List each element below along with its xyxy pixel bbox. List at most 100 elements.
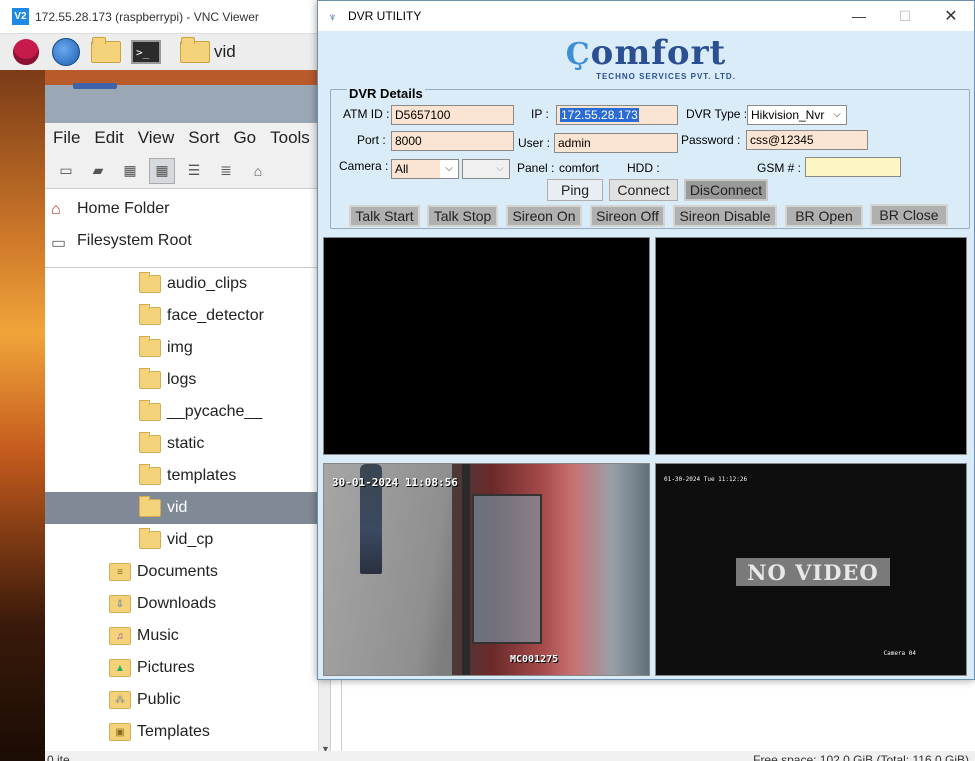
tree-item-documents[interactable]: ≡ Documents — [45, 556, 330, 588]
user-field[interactable]: admin — [554, 133, 678, 153]
tree-item-downloads[interactable]: ⇩ Downloads — [45, 588, 330, 620]
port-label: Port : — [357, 133, 386, 147]
drive-icon: ▭ — [51, 235, 67, 252]
camera-timestamp: 01-30-2024 Tue 11:12:26 — [664, 476, 748, 483]
gsm-field[interactable] — [805, 157, 901, 177]
folder-icon — [139, 528, 161, 549]
new-folder-icon[interactable]: ▰ — [85, 158, 111, 184]
close-button[interactable]: ✕ — [928, 1, 974, 31]
channel-select[interactable]: ⌵ — [462, 159, 510, 179]
br-close-button[interactable]: BR Close — [870, 204, 948, 226]
minimize-button[interactable]: — — [836, 1, 882, 31]
folder-icon — [139, 496, 161, 517]
home-icon[interactable]: ⌂ — [245, 158, 271, 184]
raspberry-icon[interactable] — [10, 37, 42, 67]
port-field[interactable]: 8000 — [391, 131, 514, 151]
dvr-type-select[interactable]: Hikvision_Nvr ⌵ — [747, 105, 847, 125]
menu-sort[interactable]: Sort — [188, 128, 219, 148]
places-pane: ⌂ Home Folder ▭ Filesystem Root — [45, 189, 330, 268]
new-window-icon[interactable]: ▭ — [53, 158, 79, 184]
tree-item-music[interactable]: ♫ Music — [45, 620, 330, 652]
view-thumbnails-icon[interactable]: ▦ — [149, 157, 175, 184]
talk-stop-button[interactable]: Talk Stop — [427, 205, 498, 227]
tree-item-face-detector[interactable]: face_detector — [45, 300, 330, 332]
camera-view-2[interactable] — [655, 237, 967, 455]
dvr-details-title: DVR Details — [347, 86, 425, 101]
dvr-type-label: DVR Type : — [686, 107, 748, 121]
globe-icon[interactable] — [50, 37, 82, 67]
app-bird-icon: ♆ — [328, 10, 337, 24]
file-manager-titlebar — [45, 83, 330, 123]
menu-file[interactable]: File — [53, 128, 80, 148]
maximize-button[interactable]: ☐ — [882, 1, 928, 31]
sireon-disable-button[interactable]: Sireon Disable — [673, 205, 777, 227]
tree-item-pictures[interactable]: ▲ Pictures — [45, 652, 330, 684]
folder-icon — [139, 304, 161, 325]
tree-item-logs[interactable]: logs — [45, 364, 330, 396]
ping-button[interactable]: Ping — [547, 179, 603, 201]
terminal-icon[interactable]: >_ — [130, 37, 162, 67]
menu-view[interactable]: View — [138, 128, 175, 148]
tree-item-vid[interactable]: vid — [45, 492, 330, 524]
atm-id-field[interactable]: D5657100 — [391, 105, 514, 125]
camera-view-3[interactable]: 30-01-2024 11:08:56 MC001275 — [323, 463, 650, 676]
camera-view-4[interactable]: 01-30-2024 Tue 11:12:26 NO VIDEO Camera … — [655, 463, 967, 676]
tree-item-public[interactable]: ⁂ Public — [45, 684, 330, 716]
folder-icon — [139, 368, 161, 389]
taskbar-app-vid[interactable]: vid — [180, 37, 236, 63]
file-manager-status-right: Free space: 102.0 GiB (Total: 116.0 GiB) — [330, 751, 975, 761]
atm-id-label: ATM ID : — [343, 107, 390, 121]
menu-go[interactable]: Go — [233, 128, 256, 148]
tree-item-pycache[interactable]: __pycache__ — [45, 396, 330, 428]
tree-item-static[interactable]: static — [45, 428, 330, 460]
place-label: Home Folder — [77, 200, 170, 217]
taskbar-app-label: vid — [214, 42, 236, 61]
camera-label: Camera : — [339, 159, 389, 173]
documents-folder-icon: ≡ — [109, 563, 131, 581]
view-compact-icon[interactable]: ☰ — [181, 158, 207, 184]
place-filesystem-root[interactable]: ▭ Filesystem Root — [45, 225, 330, 257]
ip-field[interactable]: 172.55.28.173 — [556, 105, 678, 125]
file-manager-status-left: 0 ite — [45, 751, 330, 761]
camera-grid: 30-01-2024 11:08:56 MC001275 01-30-2024 … — [322, 237, 972, 677]
company-logo: Çomfort TECHNO SERVICES PVT. LTD. — [318, 31, 974, 85]
chevron-down-icon: ⌵ — [440, 160, 458, 178]
sireon-off-button[interactable]: Sireon Off — [590, 205, 665, 227]
talk-start-button[interactable]: Talk Start — [349, 205, 420, 227]
dvr-details-group: DVR Details ATM ID : D5657100 IP : 172.5… — [330, 86, 970, 229]
file-manager-window: File Edit View Sort Go Tools ▭ ▰ ▦ ▦ ☰ ≣… — [45, 83, 330, 761]
br-open-button[interactable]: BR Open — [785, 205, 863, 227]
folder-icon — [139, 400, 161, 421]
tree-item-templates-home[interactable]: ▣ Templates — [45, 716, 330, 748]
tree-item-audio-clips[interactable]: audio_clips — [45, 268, 330, 300]
folder-icon — [139, 272, 161, 293]
menu-edit[interactable]: Edit — [94, 128, 123, 148]
menu-tools[interactable]: Tools — [270, 128, 310, 148]
tree-item-img[interactable]: img — [45, 332, 330, 364]
panel-label: Panel : — [517, 161, 555, 175]
hdd-label: HDD : — [627, 161, 660, 175]
camera-id-label: MC001275 — [510, 654, 559, 665]
public-folder-icon: ⁂ — [109, 691, 131, 709]
tree-item-vid-cp[interactable]: vid_cp — [45, 524, 330, 556]
view-list-icon[interactable]: ≣ — [213, 158, 239, 184]
dvr-utility-window: ♆ DVR UTILITY — ☐ ✕ Çomfort TECHNO SERVI… — [317, 0, 975, 680]
place-home-folder[interactable]: ⌂ Home Folder — [45, 193, 330, 225]
folder-icon[interactable] — [90, 37, 122, 67]
camera-view-1[interactable] — [323, 237, 650, 455]
user-label: User : — [518, 136, 551, 150]
connect-button[interactable]: Connect — [609, 179, 678, 201]
password-field[interactable]: css@12345 — [746, 130, 868, 150]
file-manager-toolbar: ▭ ▰ ▦ ▦ ☰ ≣ ⌂ — [45, 153, 330, 189]
disconnect-button[interactable]: DisConnect — [684, 179, 768, 201]
directory-tree: audio_clips face_detector img logs __pyc… — [45, 268, 330, 756]
place-label: Filesystem Root — [77, 232, 192, 249]
vnc-titlebar: V2 172.55.28.173 (raspberrypi) - VNC Vie… — [0, 0, 330, 34]
sireon-on-button[interactable]: Sireon On — [506, 205, 582, 227]
file-list-pane — [330, 680, 975, 761]
desktop-wallpaper — [0, 70, 45, 761]
view-icons-icon[interactable]: ▦ — [117, 158, 143, 184]
tree-item-templates[interactable]: templates — [45, 460, 330, 492]
camera-select[interactable]: All ⌵ — [391, 159, 459, 179]
camera-timestamp: 30-01-2024 11:08:56 — [332, 476, 458, 489]
